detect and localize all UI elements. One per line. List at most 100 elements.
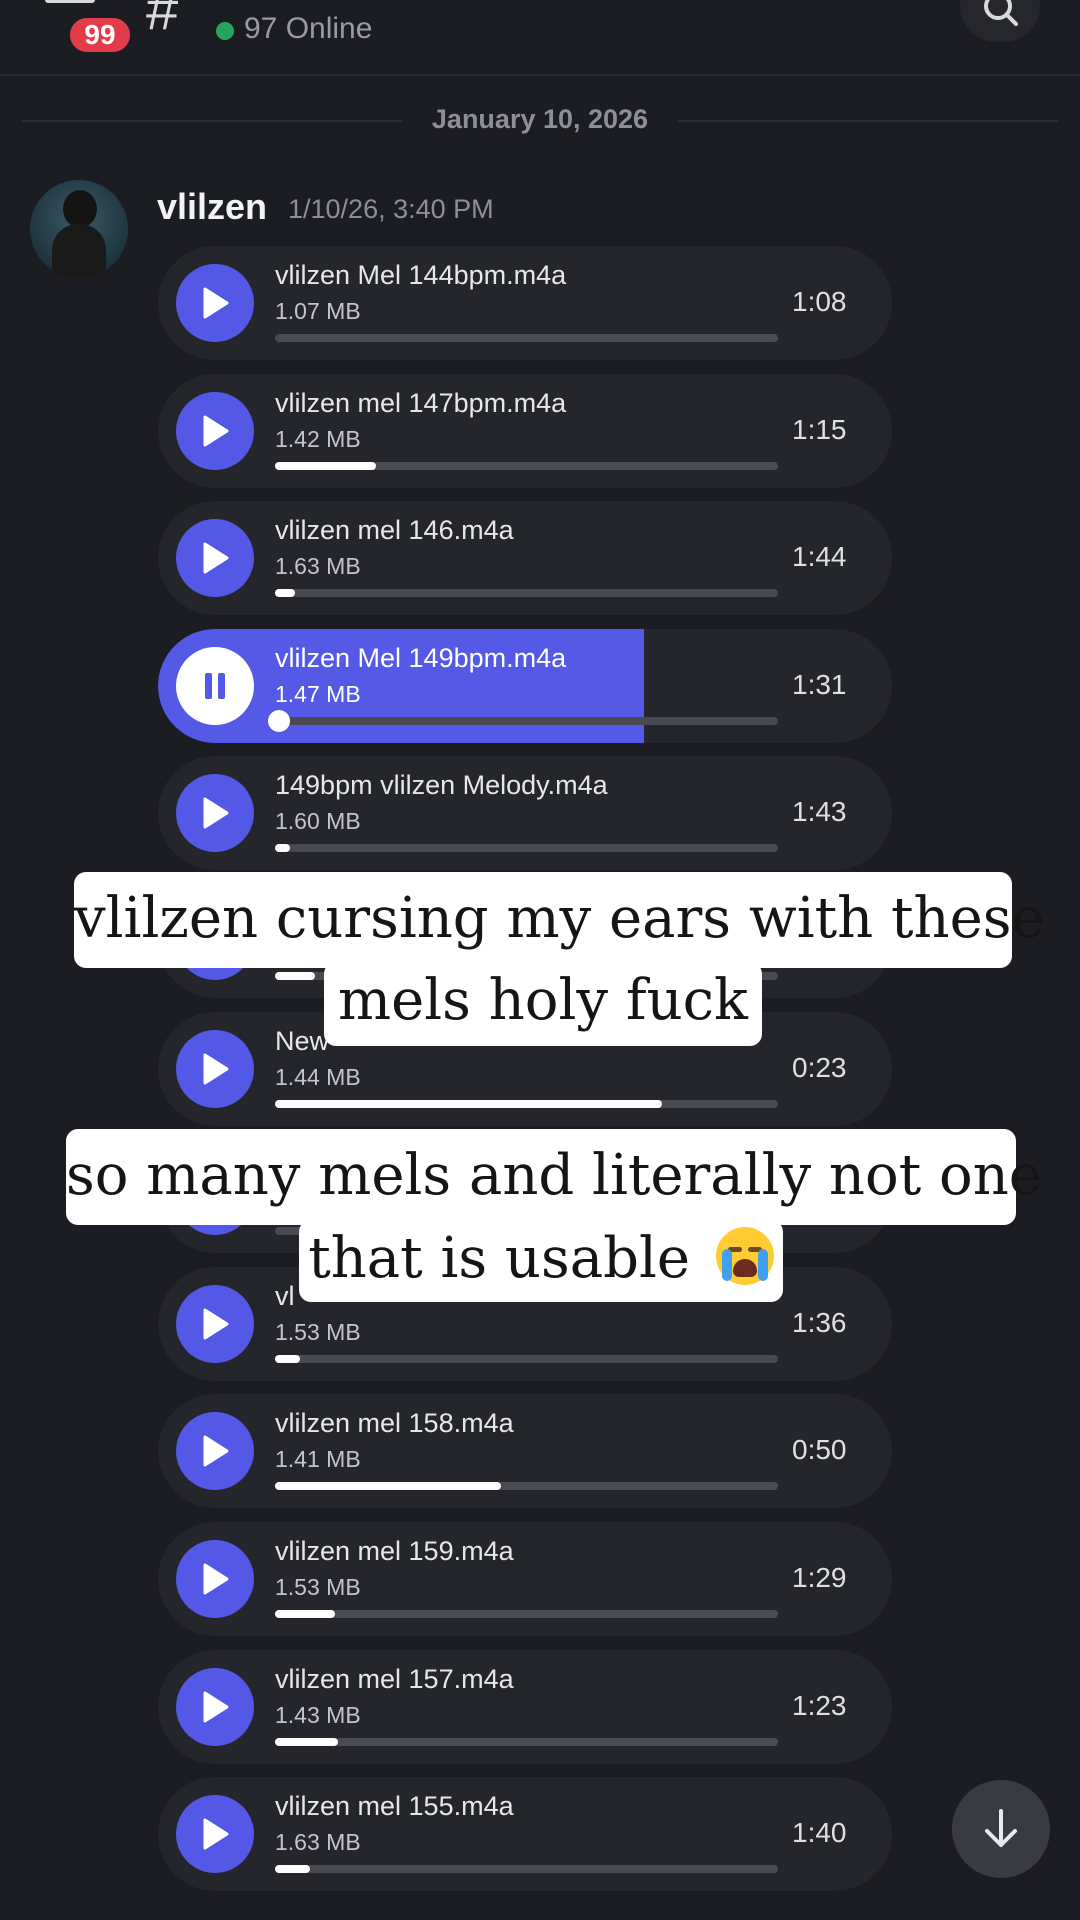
hash-icon: # <box>146 0 179 42</box>
avatar-figure-body <box>52 224 106 278</box>
duration: 1:08 <box>792 286 847 317</box>
duration: 0:50 <box>792 1434 847 1465</box>
file-size: 1.53 MB <box>275 1574 361 1600</box>
progress-track[interactable] <box>268 710 778 732</box>
file-name: vlilzen mel 159.m4a <box>275 1536 514 1566</box>
play-button[interactable] <box>176 774 254 852</box>
file-size: 1.47 MB <box>275 681 361 707</box>
duration: 0:23 <box>792 1052 847 1083</box>
pause-button[interactable] <box>176 647 254 725</box>
play-button[interactable] <box>176 392 254 470</box>
jump-to-bottom-button[interactable] <box>952 1780 1050 1878</box>
progress-track[interactable] <box>275 589 778 597</box>
message-timestamp: 1/10/26, 3:40 PM <box>288 194 494 224</box>
file-name: vlilzen Mel 144bpm.m4a <box>275 260 567 290</box>
progress-fill <box>275 1482 502 1490</box>
online-count: 97 Online <box>244 12 373 45</box>
caption-box: mels holy fuck <box>324 962 762 1046</box>
file-name: vlilzen Mel 149bpm.m4a <box>275 643 567 673</box>
progress-track[interactable] <box>275 1865 778 1873</box>
channel-header: 99 # 97 Online <box>0 0 1080 76</box>
audio-attachment[interactable]: vlilzen mel 159.m4a 1.53 MB 1:29 <box>158 1522 892 1636</box>
progress-fill <box>275 1610 336 1618</box>
play-button[interactable] <box>176 1795 254 1873</box>
progress-track[interactable] <box>275 1738 778 1746</box>
caption-text: vlilzen cursing my ears with these <box>74 886 1045 951</box>
audio-attachment[interactable]: vlilzen mel 158.m4a 1.41 MB 0:50 <box>158 1394 892 1508</box>
progress-track[interactable] <box>275 462 778 470</box>
play-button[interactable] <box>176 1030 254 1108</box>
play-button[interactable] <box>176 1412 254 1490</box>
duration: 1:15 <box>792 414 847 445</box>
progress-track[interactable] <box>275 1355 778 1363</box>
caption-box: vlilzen cursing my ears with these <box>74 872 1045 968</box>
progress-fill <box>275 462 376 470</box>
caption-text: mels holy fuck <box>338 968 748 1033</box>
audio-attachment[interactable]: 149bpm vlilzen Melody.m4a 1.60 MB 1:43 <box>158 756 892 870</box>
file-name: New <box>275 1026 330 1056</box>
progress-fill <box>275 1865 311 1873</box>
avatar-figure-head <box>63 190 97 228</box>
audio-attachment[interactable]: vlilzen Mel 149bpm.m4a 1.47 MB 1:31 <box>158 629 892 743</box>
file-name: vlilzen mel 147bpm.m4a <box>275 388 567 418</box>
arrow-down-icon <box>985 1809 1017 1847</box>
progress-fill <box>275 972 316 980</box>
progress-track[interactable] <box>275 844 778 852</box>
play-icon <box>203 1053 229 1085</box>
online-status-dot <box>216 22 234 40</box>
audio-attachment[interactable]: vlilzen mel 157.m4a 1.43 MB 1:23 <box>158 1650 892 1764</box>
file-name: vlilzen mel 146.m4a <box>275 515 514 545</box>
audio-attachment[interactable]: vlilzen Mel 144bpm.m4a 1.07 MB 1:08 <box>158 246 892 360</box>
caption-text: so many mels and literally not one <box>66 1143 1042 1208</box>
file-size: 1.07 MB <box>275 298 361 324</box>
duration: 1:31 <box>792 669 847 700</box>
duration: 1:44 <box>792 541 847 572</box>
play-button[interactable] <box>176 1285 254 1363</box>
file-name: vl <box>275 1281 295 1311</box>
duration: 1:40 <box>792 1817 847 1848</box>
duration: 1:29 <box>792 1562 847 1593</box>
progress-knob[interactable] <box>268 710 290 732</box>
caption-box: so many mels and literally not one <box>66 1129 1042 1225</box>
duration: 1:43 <box>792 796 847 827</box>
audio-attachment[interactable]: vlilzen mel 155.m4a 1.63 MB 1:40 <box>158 1777 892 1891</box>
file-size: 1.44 MB <box>275 1064 361 1090</box>
audio-attachment[interactable]: vlilzen mel 147bpm.m4a 1.42 MB 1:15 <box>158 374 892 488</box>
audio-attachment[interactable]: vlilzen mel 146.m4a 1.63 MB 1:44 <box>158 501 892 615</box>
file-size: 1.63 MB <box>275 553 361 579</box>
search-icon <box>984 0 1018 26</box>
file-size: 1.43 MB <box>275 1702 361 1728</box>
progress-fill <box>275 1738 338 1746</box>
progress-track[interactable] <box>275 1610 778 1618</box>
play-icon <box>203 1308 229 1340</box>
file-size: 1.41 MB <box>275 1446 361 1472</box>
unread-badge: 99 <box>66 14 134 56</box>
play-icon <box>203 415 229 447</box>
play-icon <box>203 1435 229 1467</box>
progress-fill <box>275 589 296 597</box>
duration: 1:36 <box>792 1307 847 1338</box>
progress-track[interactable] <box>275 1100 778 1108</box>
file-name: vlilzen mel 158.m4a <box>275 1408 514 1438</box>
play-icon <box>203 1563 229 1595</box>
date-divider: January 10, 2026 <box>22 100 1058 140</box>
username[interactable]: vlilzen <box>157 186 267 228</box>
progress-track[interactable] <box>275 1482 778 1490</box>
play-button[interactable] <box>176 1668 254 1746</box>
progress-fill <box>275 1100 663 1108</box>
file-size: 1.60 MB <box>275 808 361 834</box>
duration: 1:23 <box>792 1690 847 1721</box>
file-size: 1.42 MB <box>275 426 361 452</box>
divider-line <box>678 120 1058 122</box>
play-button[interactable] <box>176 264 254 342</box>
loudly-crying-face-icon <box>715 1227 774 1285</box>
progress-fill <box>275 1355 301 1363</box>
play-button[interactable] <box>176 519 254 597</box>
progress-track[interactable] <box>275 334 778 342</box>
file-name: 149bpm vlilzen Melody.m4a <box>275 770 608 800</box>
play-button[interactable] <box>176 1540 254 1618</box>
search-button[interactable] <box>960 0 1040 42</box>
file-name: vlilzen mel 155.m4a <box>275 1791 514 1821</box>
play-icon <box>203 797 229 829</box>
avatar[interactable] <box>30 180 128 278</box>
